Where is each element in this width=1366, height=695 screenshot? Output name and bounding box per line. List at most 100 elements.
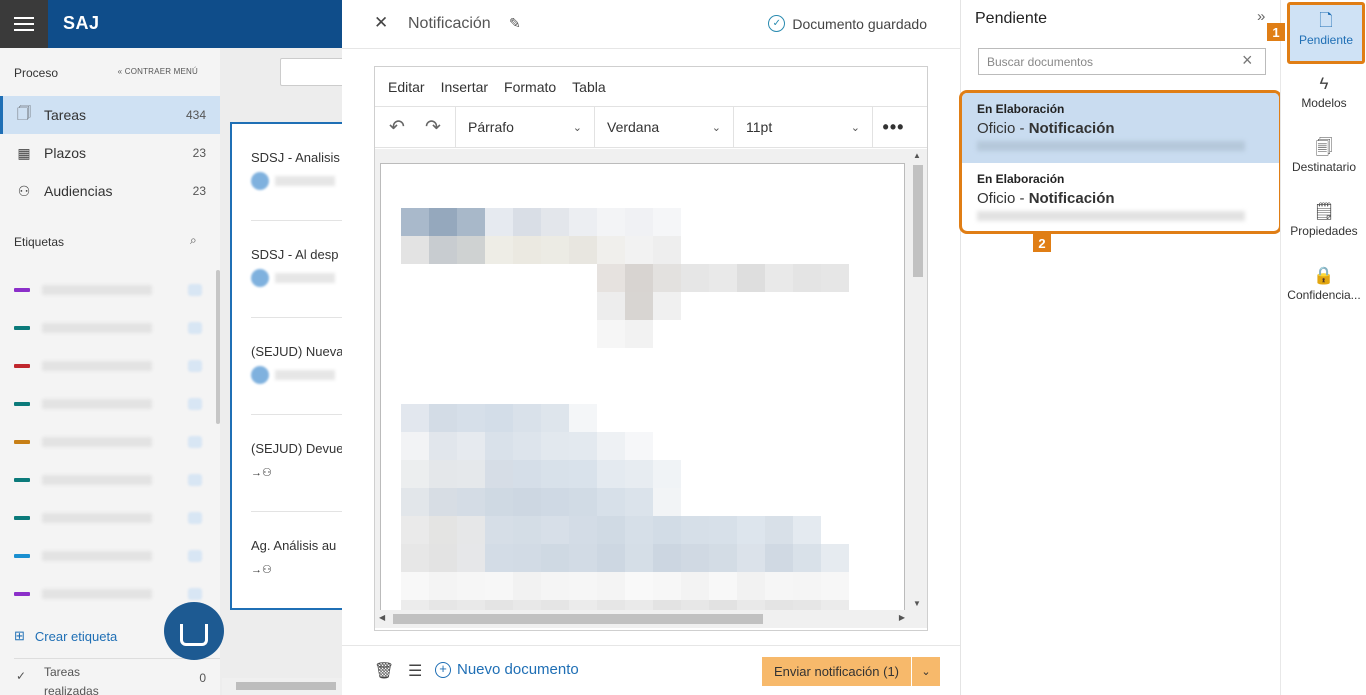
rail-item-pendiente[interactable]: 🗋 Pendiente bbox=[1287, 2, 1365, 64]
top-bar: SAJ bbox=[0, 0, 342, 48]
editor-footer: 🗑 ☰ + Nuevo documento Enviar notificació… bbox=[342, 645, 960, 695]
check-circle-icon: ✓ bbox=[768, 15, 786, 32]
task-search-input[interactable] bbox=[280, 58, 350, 86]
editor-menubar: Editar Insertar Formato Tabla bbox=[375, 67, 927, 107]
calendar-icon: ▦ bbox=[17, 144, 31, 161]
collapse-menu-button[interactable]: « CONTRAER MENÚ bbox=[118, 67, 198, 76]
document-item[interactable]: En Elaboración Oficio - Notificación bbox=[962, 93, 1279, 163]
create-label-button[interactable]: ⊞ Crear etiqueta bbox=[14, 628, 117, 644]
chat-icon bbox=[180, 624, 208, 646]
pending-panel: Pendiente » × En Elaboración Oficio - No… bbox=[959, 0, 1282, 695]
tag-add-icon: ⊞ bbox=[14, 628, 25, 643]
menu-insertar[interactable]: Insertar bbox=[441, 79, 488, 95]
task-list-scrollbar[interactable] bbox=[222, 678, 342, 695]
lock-icon: 🔒 bbox=[1313, 266, 1335, 285]
document-status: En Elaboración bbox=[977, 102, 1065, 116]
label-item[interactable] bbox=[14, 282, 214, 298]
chevron-down-icon: ⌄ bbox=[572, 121, 582, 134]
labels-search-icon[interactable]: ⌕ bbox=[190, 233, 197, 248]
menu-formato[interactable]: Formato bbox=[504, 79, 556, 95]
document-item[interactable]: En Elaboración Oficio - Notificación bbox=[962, 163, 1279, 231]
pending-doc-icon: 🗋 bbox=[1319, 11, 1333, 30]
pencil-icon[interactable]: ✎ bbox=[509, 15, 521, 32]
avatar bbox=[251, 366, 269, 384]
rail-item-confidencialidad[interactable]: 🔒 Confidencia... bbox=[1281, 264, 1366, 324]
avatar bbox=[251, 269, 269, 287]
undo-icon[interactable]: ↶ bbox=[379, 107, 415, 148]
editor-toolbar: ↶ ↷ Párrafo ⌄ Verdana ⌄ 11pt ⌄ ••• bbox=[375, 106, 927, 148]
assign-user-icon: →⚇ bbox=[251, 466, 272, 479]
menu-tabla[interactable]: Tabla bbox=[572, 79, 605, 95]
rich-text-editor: Editar Insertar Formato Tabla ↶ ↷ Párraf… bbox=[374, 66, 928, 631]
task-item[interactable]: SDSJ - Analisis bbox=[251, 150, 342, 190]
sidebar-section-title: Proceso bbox=[14, 66, 59, 80]
menu-editar[interactable]: Editar bbox=[388, 79, 425, 95]
chevron-down-icon: ⌄ bbox=[921, 666, 931, 678]
sidebar: Proceso « CONTRAER MENÚ 🗍 Tareas 434 ▦ P… bbox=[0, 48, 220, 695]
task-item[interactable]: (SEJUD) Devue →⚇ bbox=[251, 441, 342, 480]
sidebar-item-audiencias[interactable]: ⚇ Audiencias 23 bbox=[0, 172, 220, 210]
assign-user-icon: →⚇ bbox=[251, 563, 272, 576]
expand-panel-icon[interactable]: » bbox=[1257, 8, 1265, 25]
tareas-count: 434 bbox=[185, 108, 206, 122]
bolt-icon: ϟ bbox=[1319, 74, 1329, 93]
more-options-icon[interactable]: ••• bbox=[872, 106, 914, 148]
send-notification-button[interactable]: Enviar notificación (1) bbox=[762, 657, 911, 686]
completed-count: 0 bbox=[199, 671, 206, 685]
chevron-down-icon: ⌄ bbox=[711, 121, 721, 134]
font-size-select[interactable]: 11pt ⌄ bbox=[733, 106, 872, 148]
task-list: SDSJ - Analisis SDSJ - Al desp (SEJUD) N… bbox=[230, 122, 342, 610]
avatar bbox=[251, 172, 269, 190]
new-document-button[interactable]: + Nuevo documento bbox=[435, 661, 579, 678]
label-item[interactable] bbox=[14, 586, 214, 602]
trash-icon[interactable]: 🗑 bbox=[374, 661, 394, 681]
doc-properties-icon: 🗒 bbox=[1313, 202, 1335, 221]
document-canvas[interactable] bbox=[375, 149, 927, 610]
save-status: ✓ Documento guardado bbox=[768, 15, 927, 32]
document-page[interactable] bbox=[380, 163, 905, 610]
rail-item-modelos[interactable]: ϟ Modelos bbox=[1281, 72, 1366, 132]
labels-title: Etiquetas bbox=[14, 235, 65, 249]
task-item[interactable]: SDSJ - Al desp bbox=[251, 247, 342, 287]
doc-search-icon: 🗐 bbox=[1315, 138, 1333, 157]
task-item[interactable]: Ag. Análisis au →⚇ bbox=[251, 538, 342, 577]
label-item[interactable] bbox=[14, 320, 214, 336]
sidebar-item-plazos[interactable]: ▦ Plazos 23 bbox=[0, 134, 220, 172]
close-icon[interactable]: ✕ bbox=[374, 13, 388, 33]
document-search-input[interactable] bbox=[978, 48, 1266, 75]
app-logo: SAJ bbox=[63, 13, 100, 33]
hamburger-menu-icon[interactable] bbox=[0, 0, 48, 48]
rail-item-propiedades[interactable]: 🗒 Propiedades bbox=[1281, 200, 1366, 260]
audiencias-count: 23 bbox=[192, 184, 206, 198]
label-item[interactable] bbox=[14, 548, 214, 564]
task-item[interactable]: (SEJUD) Nueva bbox=[251, 344, 342, 384]
label-item[interactable] bbox=[14, 510, 214, 526]
annotation-badge-1: 1 bbox=[1267, 23, 1285, 41]
send-options-dropdown[interactable]: ⌄ bbox=[912, 657, 940, 686]
label-item[interactable] bbox=[14, 396, 214, 412]
document-status: En Elaboración bbox=[977, 172, 1065, 186]
plus-circle-icon: + bbox=[435, 661, 451, 678]
paragraph-style-select[interactable]: Párrafo ⌄ bbox=[455, 106, 594, 148]
label-item[interactable] bbox=[14, 434, 214, 450]
clear-search-icon[interactable]: × bbox=[1242, 50, 1253, 71]
notification-editor-panel: ✕ Notificación ✎ ✓ Documento guardado Ed… bbox=[342, 0, 960, 695]
people-icon: ⚇ bbox=[17, 182, 31, 199]
label-item[interactable] bbox=[14, 472, 214, 488]
rail-item-destinatario[interactable]: 🗐 Destinatario bbox=[1281, 136, 1366, 196]
pending-document-list: En Elaboración Oficio - Notificación En … bbox=[959, 90, 1282, 234]
plazos-count: 23 bbox=[192, 146, 206, 160]
document-vertical-scrollbar[interactable]: ▲ ▼ bbox=[909, 149, 927, 610]
font-family-select[interactable]: Verdana ⌄ bbox=[594, 106, 733, 148]
redo-icon[interactable]: ↷ bbox=[415, 107, 451, 148]
sliders-icon[interactable]: ☰ bbox=[408, 661, 422, 681]
pending-title: Pendiente bbox=[975, 10, 1048, 27]
chevron-down-icon: ⌄ bbox=[850, 121, 860, 134]
label-item[interactable] bbox=[14, 358, 214, 374]
chat-button[interactable] bbox=[164, 602, 224, 660]
annotation-badge-2: 2 bbox=[1033, 234, 1051, 252]
sidebar-item-tareas[interactable]: 🗍 Tareas 434 bbox=[0, 96, 220, 134]
bookmark-icon: 🗍 bbox=[17, 105, 31, 121]
right-icon-rail: 1 🗋 Pendiente ϟ Modelos 🗐 Destinatario 🗒… bbox=[1267, 0, 1366, 695]
document-horizontal-scrollbar[interactable]: ◀ ▶ bbox=[375, 610, 927, 628]
